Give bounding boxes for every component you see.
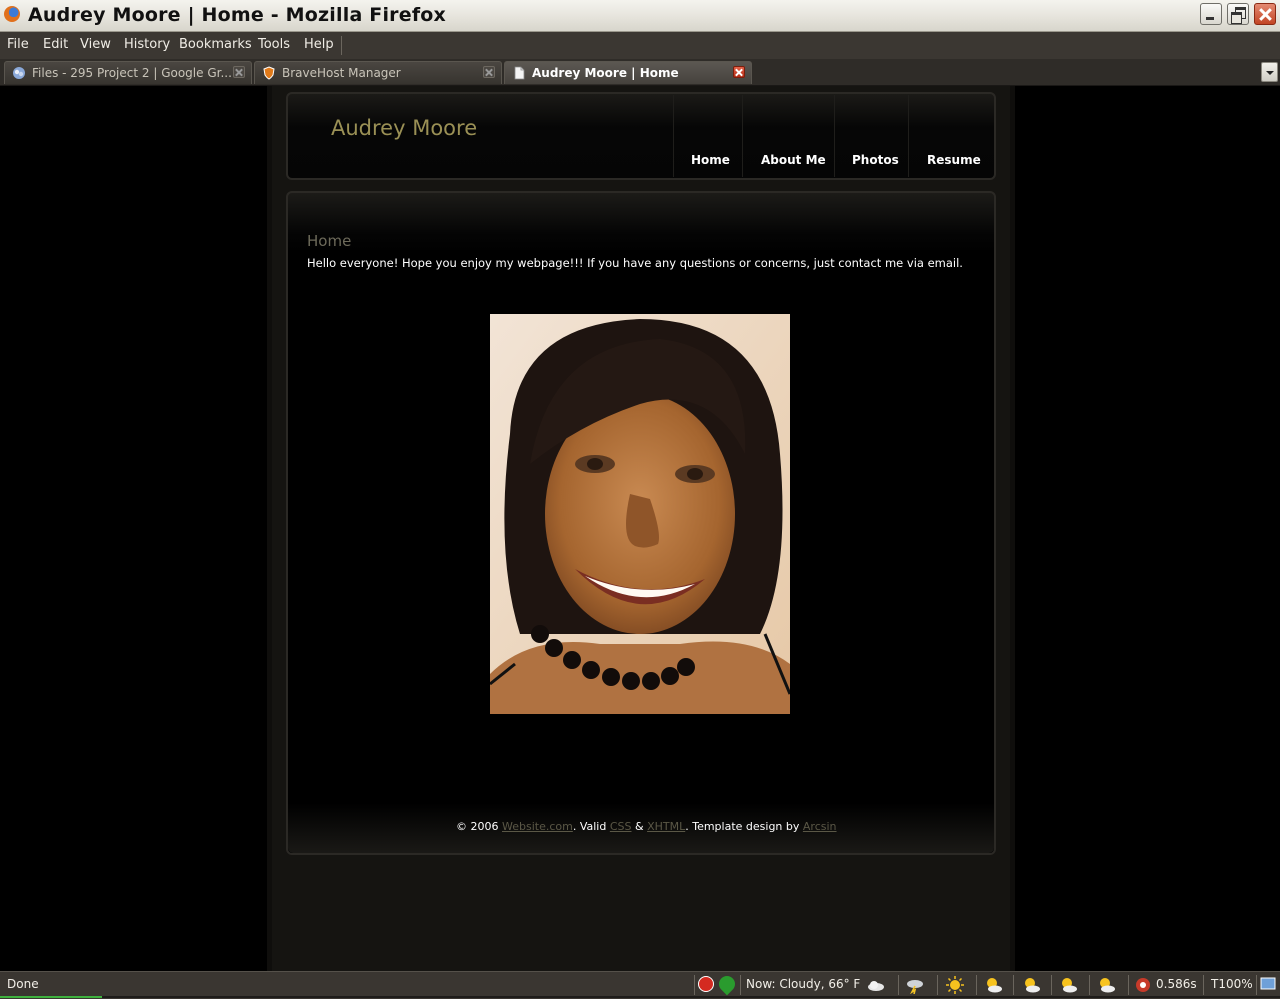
error-console-icon[interactable] [698,976,714,992]
page-content-layer: Home Hello everyone! Hope you enjoy my w… [0,86,1280,971]
page-heading: Home [307,232,352,250]
menu-bar: File Edit View History Bookmarks Tools H… [0,32,1280,60]
status-separator [694,975,695,995]
menu-bookmarks[interactable]: Bookmarks [179,37,252,52]
status-separator [976,975,977,995]
minimize-button[interactable] [1200,3,1222,25]
footer-designer-link[interactable]: Arcsin [803,820,837,833]
status-separator [1013,975,1014,995]
menu-edit[interactable]: Edit [43,37,68,52]
status-separator [740,975,741,995]
sunny-icon[interactable] [946,976,964,994]
leaf-addon-icon[interactable] [715,972,739,996]
menu-tools[interactable]: Tools [258,37,290,52]
partly-sunny-icon[interactable] [1097,976,1115,994]
footer-xhtml-link[interactable]: XHTML [647,820,685,833]
tab-label: Audrey Moore | Home [532,66,679,80]
tab-label: BraveHost Manager [282,66,401,80]
footer-copyright: © 2006 [456,820,502,833]
status-separator [937,975,938,995]
restore-button[interactable] [1227,3,1249,25]
menu-separator [341,36,342,55]
site-footer: © 2006 Website.com. Valid CSS & XHTML. T… [456,820,837,833]
status-separator [1128,975,1129,995]
window-title: Audrey Moore | Home - Mozilla Firefox [28,4,446,26]
status-separator [898,975,899,995]
menu-view[interactable]: View [80,37,111,52]
status-text: Done [7,977,39,991]
screen-addon-icon[interactable] [1260,976,1276,992]
window-titlebar: Audrey Moore | Home - Mozilla Firefox [0,0,1280,32]
speed-addon-icon[interactable] [1134,976,1152,994]
tab-bravehost-manager[interactable]: BraveHost Manager [254,61,502,84]
tab-strip: Files - 295 Project 2 | Google Gr... Bra… [0,59,1280,86]
menu-help[interactable]: Help [304,37,334,52]
firefox-icon [4,6,20,22]
menu-file[interactable]: File [7,37,29,52]
close-window-button[interactable] [1254,3,1276,25]
intro-text: Hello everyone! Hope you enjoy my webpag… [307,256,963,270]
status-separator [1051,975,1052,995]
bravehost-shield-icon [263,66,275,80]
partly-sunny-icon[interactable] [1022,976,1040,994]
load-time-text[interactable]: 0.586s [1156,977,1197,991]
tab-label: Files - 295 Project 2 | Google Gr... [32,66,232,80]
zoom-level-text[interactable]: T100% [1211,977,1253,991]
footer-amp-text: & [631,820,648,833]
footer-valid-text: . Valid [572,820,610,833]
footer-template-text: . Template design by [685,820,803,833]
google-groups-icon [13,67,25,79]
list-all-tabs-button[interactable] [1261,62,1278,82]
tab-close-button[interactable] [733,66,745,78]
tab-close-button[interactable] [483,66,495,78]
footer-website-link[interactable]: Website.com [502,820,573,833]
status-bar: Done Now: Cloudy, 66° F 0.586s T100% [0,971,1280,999]
thunderstorm-icon[interactable] [906,976,924,994]
footer-css-link[interactable]: CSS [610,820,632,833]
status-separator [1089,975,1090,995]
page-icon [514,66,525,80]
partly-sunny-icon[interactable] [1059,976,1077,994]
status-separator [1256,975,1257,995]
tab-close-button[interactable] [233,66,245,78]
cloudy-weather-icon[interactable] [867,976,885,994]
weather-text[interactable]: Now: Cloudy, 66° F [746,977,860,991]
tab-google-groups[interactable]: Files - 295 Project 2 | Google Gr... [4,61,252,84]
menu-history[interactable]: History [124,37,170,52]
partly-sunny-icon[interactable] [984,976,1002,994]
portrait-photo [490,314,790,714]
tab-audrey-moore-home[interactable]: Audrey Moore | Home [504,61,752,84]
status-separator [1203,975,1204,995]
